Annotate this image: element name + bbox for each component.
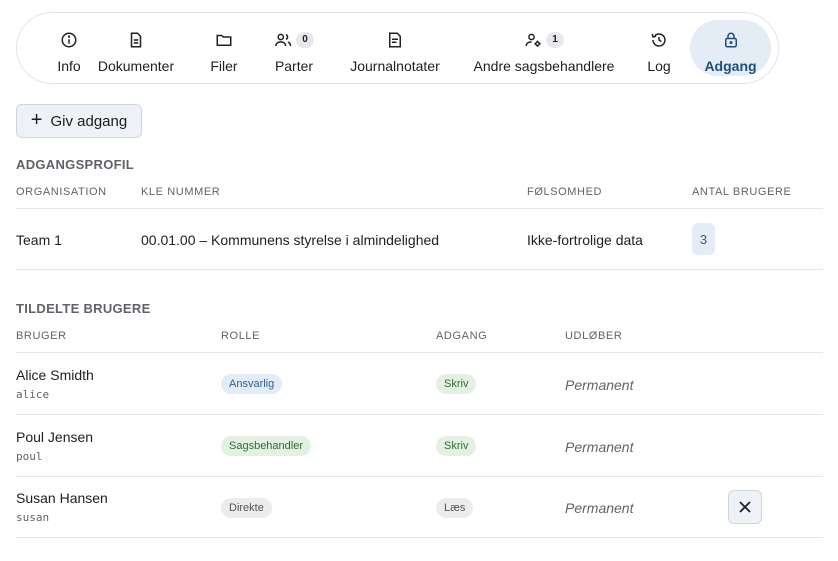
tab-label: Journalnotater	[350, 58, 440, 74]
tab-journalnotater[interactable]: Journalnotater	[347, 13, 443, 83]
profile-organisation: Team 1	[16, 232, 62, 248]
divider	[16, 269, 823, 270]
col-header-organisation: ORGANISATION	[16, 186, 107, 198]
tab-label: Info	[57, 58, 81, 74]
divider	[16, 537, 823, 538]
plus-icon: +	[30, 109, 43, 131]
user-count-button[interactable]: 3	[692, 223, 715, 255]
profile-sensitivity: Ikke-fortrolige data	[527, 232, 643, 248]
expires-value: Permanent	[565, 439, 634, 455]
people-icon	[275, 33, 292, 47]
role-badge: Sagsbehandler	[221, 436, 312, 456]
expires-value: Permanent	[565, 500, 634, 516]
folder-icon	[216, 34, 232, 46]
col-header-user-count: ANTAL BRUGERE	[692, 186, 792, 198]
close-icon	[739, 501, 751, 513]
note-icon	[389, 32, 401, 48]
col-header-access: ADGANG	[436, 330, 488, 342]
access-profile-title: ADGANGSPROFIL	[16, 157, 135, 172]
tab-info[interactable]: Info	[37, 13, 101, 83]
tab-parter[interactable]: 0 Parter	[262, 13, 326, 83]
give-access-button[interactable]: + Giv adgang	[16, 104, 142, 138]
divider	[16, 208, 823, 209]
tab-label: Adgang	[704, 58, 757, 74]
divider	[16, 414, 823, 415]
user-name: Susan Hansen	[16, 490, 108, 506]
role-badge: Ansvarlig	[221, 374, 283, 394]
remove-user-button[interactable]	[728, 490, 762, 524]
access-badge: Skriv	[436, 436, 477, 456]
tab-label: Parter	[274, 58, 314, 74]
divider	[16, 352, 823, 353]
role-badge: Direkte	[221, 498, 272, 518]
user-login: poul	[16, 450, 43, 463]
user-login: alice	[16, 388, 50, 401]
tab-filer[interactable]: Filer	[197, 13, 251, 83]
access-badge: Skriv	[436, 374, 477, 394]
expires-value: Permanent	[565, 377, 634, 393]
tab-adgang[interactable]: Adgang	[690, 20, 771, 76]
tab-dokumenter[interactable]: Dokumenter	[95, 13, 177, 83]
user-name: Alice Smidth	[16, 367, 94, 383]
user-gear-icon	[525, 33, 541, 47]
col-header-role: ROLLE	[221, 330, 261, 342]
assigned-users-title: TILDELTE BRUGERE	[16, 301, 151, 316]
parter-count-badge: 0	[296, 32, 314, 48]
col-header-sensitivity: FØLSOMHED	[527, 186, 603, 198]
col-header-user: BRUGER	[16, 330, 67, 342]
andre-count-badge: 1	[546, 32, 564, 48]
tab-label: Andre sagsbehandlere	[473, 58, 615, 74]
access-badge: Læs	[436, 498, 474, 518]
col-header-expires: UDLØBER	[565, 330, 623, 342]
divider	[16, 476, 823, 477]
profile-kle: 00.01.00 – Kommunens styrelse i almindel…	[141, 232, 440, 248]
user-name: Poul Jensen	[16, 429, 94, 445]
history-icon	[651, 33, 666, 47]
give-access-label: Giv adgang	[50, 112, 128, 130]
info-icon	[61, 32, 77, 48]
lock-icon	[724, 32, 737, 48]
tab-log[interactable]: Log	[635, 13, 683, 83]
tab-label: Dokumenter	[97, 58, 175, 74]
document-icon	[130, 32, 142, 48]
case-tab-bar: Info Dokumenter Filer 0 Parter Journalno…	[16, 12, 779, 84]
col-header-kle: KLE NUMMER	[141, 186, 221, 198]
tab-andre-sagsbehandlere[interactable]: 1 Andre sagsbehandlere	[472, 13, 616, 83]
tab-label: Log	[647, 58, 671, 74]
tab-label: Filer	[210, 58, 238, 74]
user-login: susan	[16, 511, 50, 524]
